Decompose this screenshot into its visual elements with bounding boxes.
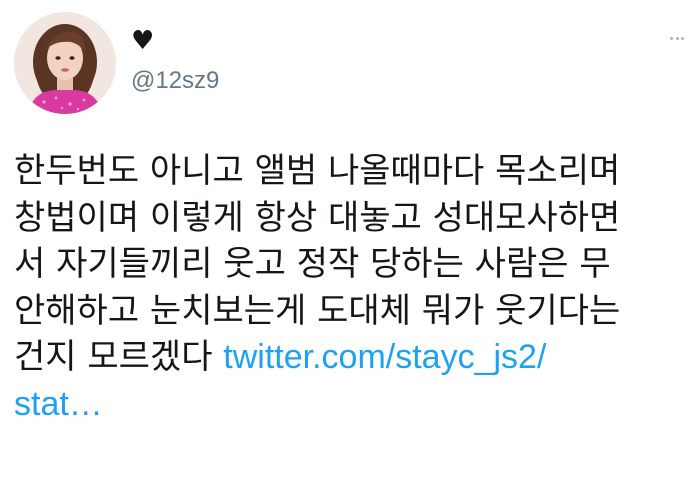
tweet-line: 창법이며 이렇게 항상 대놓고 성대모사하면 [14,197,621,238]
tweet-link[interactable]: twitter.com/stayc_js2/ [223,338,546,376]
menu-dot [681,36,684,40]
tweet-line-text: 건지 모르겠다 [14,337,224,377]
more-dots-icon[interactable] [670,36,684,40]
profile-photo-icon [14,12,116,114]
tweet-line: 한두번도 아니고 앨범 나올때마다 목소리며 [14,151,621,191]
display-name[interactable]: ♥ [131,27,154,55]
tweet-card: ♥ @12sz9 한두번도 아니고 앨범 나올때마다 목소리며 창법이며 이렇게… [0,0,693,500]
menu-dot [675,36,679,40]
tweet-text: 한두번도 아니고 앨범 나올때마다 목소리며 창법이며 이렇게 항상 대놓고 성… [14,148,684,427]
tweet-link-continued[interactable]: stat… [14,385,103,423]
tweet-line: stat… [14,381,684,428]
tweet-line: 서 자기들끼리 웃고 정작 당하는 사람은 무 [14,244,611,284]
avatar[interactable] [14,12,116,114]
tweet-line: 안해하고 눈치보는게 도대체 뭐가 웃기다는 [14,290,621,331]
user-handle[interactable]: @12sz9 [131,66,219,96]
menu-dot [670,36,673,40]
tweet-line: 건지 모르겠다 twitter.com/stayc_js2/ [14,334,684,381]
